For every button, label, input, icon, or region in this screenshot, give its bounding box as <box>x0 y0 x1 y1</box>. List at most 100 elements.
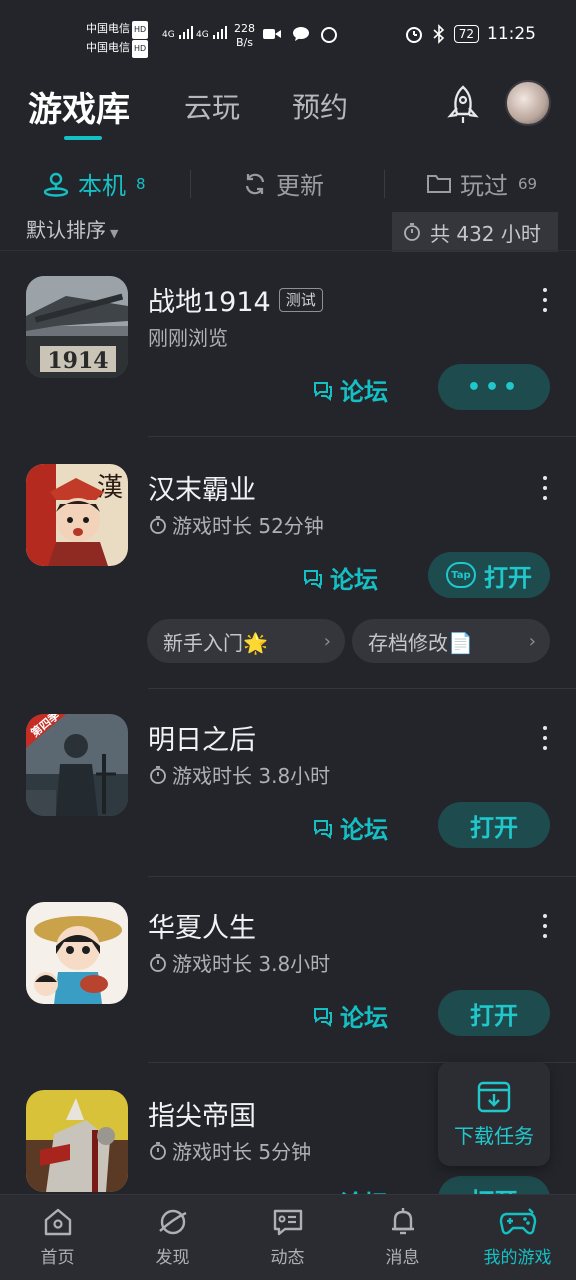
battery-indicator: 72 <box>453 25 479 43</box>
forum-label: 论坛 <box>340 1004 388 1032</box>
game-subtitle: 刚刚浏览 <box>148 326 228 350</box>
signal-1-icon: 4G <box>162 24 196 40</box>
game-title: 战地1914 <box>148 287 271 318</box>
timer-icon <box>150 953 166 972</box>
forum-button[interactable]: 论坛 <box>312 372 388 407</box>
timer-icon <box>404 223 420 241</box>
carrier-2: 中国电信 <box>86 41 130 54</box>
test-badge: 测试 <box>278 287 323 312</box>
sub-tabs: 本机 8 更新 玩过 69 <box>0 158 576 208</box>
game-playtime-text: 游戏时长 5分钟 <box>172 1140 312 1164</box>
forum-button[interactable]: 论坛 <box>312 998 388 1033</box>
forum-label: 论坛 <box>330 566 378 594</box>
download-tray-icon <box>477 1081 511 1112</box>
guide-chip-label: 存档修改📄 <box>368 630 473 655</box>
nav-my-games[interactable]: 我的游戏 <box>460 1205 575 1268</box>
more-options-icon[interactable] <box>536 288 554 312</box>
tab-game-library[interactable]: 游戏库 <box>28 82 130 131</box>
timer-icon <box>150 765 166 784</box>
game-playtime: 游戏时长 3.8小时 <box>148 760 330 789</box>
rocket-icon[interactable] <box>444 84 482 126</box>
bottom-nav: 首页 发现 动态 消息 我的游戏 <box>0 1194 576 1280</box>
subtab-played-count: 69 <box>518 174 538 193</box>
forum-icon <box>314 819 332 839</box>
open-label: 打开 <box>484 563 532 592</box>
circle-status-icon <box>321 27 337 43</box>
subtab-played[interactable]: 玩过 69 <box>426 166 537 201</box>
game-title-row: 战地1914 测试 <box>148 280 323 319</box>
subtab-local[interactable]: 本机 8 <box>42 166 146 201</box>
game-icon-bf1914: 1914 <box>26 276 128 378</box>
divider <box>0 250 576 251</box>
open-button[interactable]: Tap 打开 <box>428 552 550 598</box>
nav-messages[interactable]: 消息 <box>345 1205 460 1268</box>
tab-reservation[interactable]: 预约 <box>292 86 348 126</box>
net-speed-unit: B/s <box>236 36 253 49</box>
svg-text:1914: 1914 <box>47 348 108 374</box>
feed-icon <box>273 1209 302 1236</box>
alarm-icon <box>405 27 422 43</box>
timer-icon <box>150 515 166 534</box>
divider <box>148 436 576 437</box>
forum-icon <box>304 569 322 589</box>
divider <box>148 876 576 877</box>
game-title: 汉末霸业 <box>148 475 256 506</box>
guide-chip-save-edit[interactable]: 存档修改📄 › <box>352 619 550 663</box>
chevron-right-icon: › <box>323 630 331 652</box>
divider <box>148 688 576 689</box>
signal-2-icon: 4G <box>196 24 230 40</box>
chat-bubble-icon <box>293 27 309 41</box>
sort-row: 默认排序 ▼ 共 432 小时 <box>0 208 576 252</box>
game-icon-zhijian <box>26 1090 128 1192</box>
subtab-played-label: 玩过 <box>460 172 508 200</box>
hd-badge-1: HD <box>132 21 149 39</box>
game-playtime: 游戏时长 5分钟 <box>148 1136 311 1165</box>
hd-badge-2: HD <box>132 40 149 58</box>
user-avatar[interactable] <box>505 80 551 126</box>
nav-home-label: 首页 <box>40 1248 75 1268</box>
nav-discover[interactable]: 发现 <box>115 1205 230 1268</box>
system-status: 72 11:25 <box>404 24 536 44</box>
game-playtime-text: 游戏时长 52分钟 <box>172 514 324 538</box>
caret-down-icon: ▼ <box>110 227 119 240</box>
game-icon-mingri: 第四季 <box>26 714 128 816</box>
nav-discover-label: 发现 <box>155 1248 190 1268</box>
game-playtime: 游戏时长 52分钟 <box>148 510 324 539</box>
tab-cloud-play[interactable]: 云玩 <box>184 86 240 126</box>
more-action-button[interactable]: ••• <box>438 364 550 410</box>
bell-icon <box>391 1208 414 1235</box>
game-icon-hanmo: 漢 <box>26 464 128 566</box>
subtab-update[interactable]: 更新 <box>242 166 324 201</box>
video-icon <box>263 29 281 39</box>
guide-chip-beginner[interactable]: 新手入门🌟 › <box>147 619 345 663</box>
game-title: 明日之后 <box>148 725 256 756</box>
forum-icon <box>314 1007 332 1027</box>
forum-label: 论坛 <box>340 816 388 844</box>
forum-icon <box>314 381 332 401</box>
total-playtime-text: 共 432 小时 <box>430 221 541 246</box>
more-options-icon[interactable] <box>536 914 554 938</box>
sort-dropdown[interactable]: 默认排序 ▼ <box>26 214 118 243</box>
download-tasks-button[interactable]: 下载任务 <box>438 1062 550 1166</box>
guide-chip-label: 新手入门🌟 <box>163 630 268 655</box>
folder-icon <box>427 174 451 193</box>
nav-feed[interactable]: 动态 <box>230 1205 345 1268</box>
open-button[interactable]: 打开 <box>438 990 550 1036</box>
top-nav: 游戏库 云玩 预约 <box>0 72 576 152</box>
game-playtime: 游戏时长 3.8小时 <box>148 948 330 977</box>
forum-button[interactable]: 论坛 <box>312 810 388 845</box>
device-icon <box>43 172 69 197</box>
signal-1-label: 4G <box>162 30 175 40</box>
more-options-icon[interactable] <box>536 476 554 500</box>
more-options-icon[interactable] <box>536 726 554 750</box>
home-icon <box>44 1208 71 1236</box>
clock: 11:25 <box>487 24 536 44</box>
nav-home[interactable]: 首页 <box>0 1205 115 1268</box>
open-button[interactable]: 打开 <box>438 802 550 848</box>
svg-text:漢: 漢 <box>97 473 123 503</box>
chevron-right-icon: › <box>528 630 536 652</box>
bluetooth-icon <box>433 24 444 44</box>
forum-button[interactable]: 论坛 <box>302 560 378 595</box>
guide-chips: 新手入门🌟 › 存档修改📄 › <box>147 619 557 663</box>
nav-messages-label: 消息 <box>385 1248 420 1268</box>
